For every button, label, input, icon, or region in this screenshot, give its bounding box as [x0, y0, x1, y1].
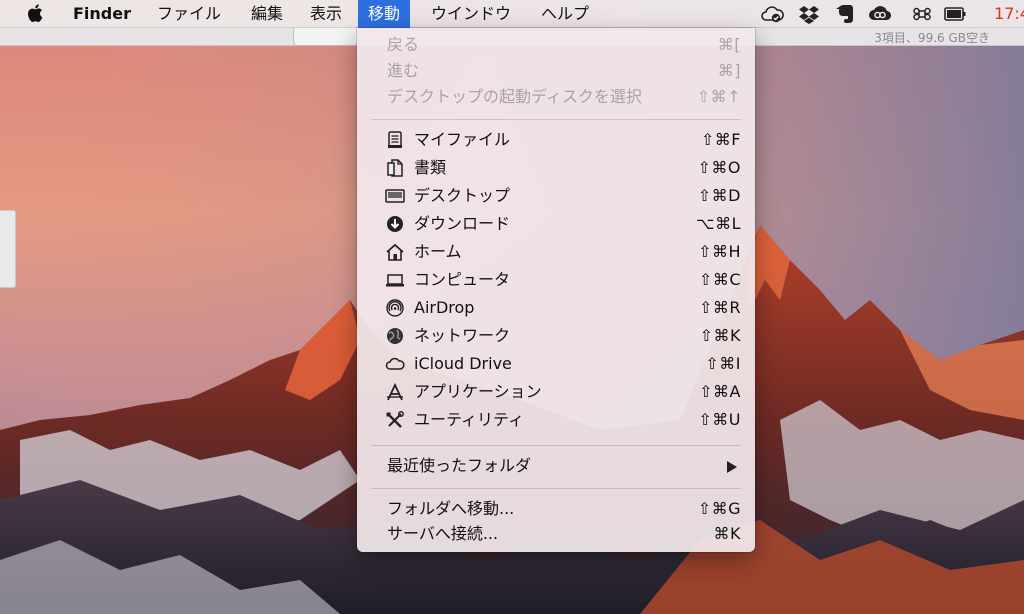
- menu-item-shortcut: ⌘K: [713, 524, 741, 543]
- menu-item-label: 最近使ったフォルダ: [387, 456, 532, 475]
- menu-item-utilities[interactable]: ユーティリティ ⇧⌘U: [357, 406, 755, 434]
- menu-item-shortcut: ⇧⌘D: [697, 186, 741, 205]
- window-status-text: 3項目、99.6 GB空き: [874, 31, 990, 45]
- menubar-go[interactable]: 移動: [358, 0, 411, 28]
- utilities-icon: [386, 411, 404, 428]
- menu-item-shortcut: ⌘]: [717, 61, 741, 80]
- menu-item-shortcut: ⇧⌘G: [697, 499, 741, 518]
- menu-item-label: デスクトップの起動ディスクを選択: [387, 87, 642, 106]
- network-icon: [387, 328, 403, 344]
- menu-item-shortcut: ⇧⌘C: [698, 270, 741, 289]
- menu-item-shortcut: ⇧⌘R: [698, 298, 741, 317]
- menu-item-documents[interactable]: 書類 ⇧⌘O: [357, 154, 755, 182]
- menu-separator: [371, 119, 741, 120]
- menu-item-shortcut: ⇧⌘A: [699, 382, 741, 401]
- downloads-icon: [387, 216, 403, 232]
- applications-icon: [387, 383, 403, 401]
- menubar-app-name[interactable]: Finder: [63, 0, 141, 28]
- menu-item-label: ダウンロード: [414, 214, 511, 233]
- submenu-arrow-icon: [727, 461, 737, 473]
- menu-item-label: マイファイル: [414, 130, 511, 149]
- cloud-check-icon[interactable]: [760, 4, 784, 24]
- menu-item-shortcut: ⇧⌘H: [698, 242, 741, 261]
- all-my-files-icon: [388, 131, 402, 148]
- menu-item-label: 進む: [387, 61, 420, 80]
- menu-item-label: 書類: [414, 158, 447, 177]
- menu-item-label: アプリケーション: [414, 382, 542, 401]
- menu-item-label: デスクトップ: [414, 186, 511, 205]
- menu-item-enclosing-folder: デスクトップの起動ディスクを選択 ⇧⌘↑: [357, 83, 755, 111]
- menu-item-shortcut: ⇧⌘K: [699, 326, 741, 345]
- menu-item-computer[interactable]: コンピュータ ⇧⌘C: [357, 266, 755, 294]
- documents-icon: [387, 159, 403, 177]
- menu-item-connect-to-server[interactable]: サーバへ接続... ⌘K: [357, 520, 755, 548]
- menu-item-label: フォルダへ移動...: [387, 499, 515, 518]
- menu-item-desktop[interactable]: デスクトップ ⇧⌘D: [357, 182, 755, 210]
- menu-item-downloads[interactable]: ダウンロード ⌥⌘L: [357, 210, 755, 238]
- creative-cloud-icon[interactable]: [868, 4, 892, 24]
- menubar-window[interactable]: ウインドウ: [421, 0, 521, 28]
- menubar-edit[interactable]: 編集: [241, 0, 293, 28]
- apple-menu-icon[interactable]: [25, 2, 47, 24]
- menu-item-shortcut: ⌘[: [717, 35, 741, 54]
- airdrop-icon: [386, 299, 404, 317]
- menu-item-label: 戻る: [387, 35, 420, 54]
- menu-separator: [371, 488, 741, 489]
- computer-icon: [386, 274, 404, 287]
- battery-icon[interactable]: [943, 4, 967, 24]
- home-icon: [386, 243, 404, 261]
- menu-item-shortcut: ⇧⌘I: [705, 354, 741, 373]
- menu-item-shortcut: ⇧⌘U: [698, 410, 741, 429]
- menu-item-go-to-folder[interactable]: フォルダへ移動... ⇧⌘G: [357, 495, 755, 523]
- menu-item-shortcut: ⇧⌘O: [697, 158, 741, 177]
- window-sidebar-fragment: [0, 210, 16, 288]
- window-title-fragment: [10, 28, 14, 42]
- go-menu-dropdown: 戻る ⌘[ 進む ⌘] デスクトップの起動ディスクを選択 ⇧⌘↑ マイファイル …: [357, 28, 755, 552]
- menu-item-shortcut: ⇧⌘↑: [696, 87, 741, 106]
- menubar-help[interactable]: ヘルプ: [531, 0, 599, 28]
- menu-item-shortcut: ⌥⌘L: [696, 214, 741, 233]
- menu-item-back: 戻る ⌘[: [357, 31, 755, 59]
- menu-item-label: コンピュータ: [414, 270, 511, 289]
- menu-item-label: ユーティリティ: [414, 410, 525, 429]
- menu-separator: [371, 445, 741, 446]
- menu-item-label: iCloud Drive: [414, 354, 512, 373]
- menu-bar: Finder ファイル 編集 表示 移動 ウインドウ ヘルプ 17:4: [0, 0, 1024, 28]
- command-icon[interactable]: [910, 4, 934, 24]
- toolbar-button-fragment[interactable]: [293, 26, 359, 46]
- dropbox-icon[interactable]: [797, 4, 821, 24]
- menu-item-label: AirDrop: [414, 298, 475, 317]
- menu-item-all-my-files[interactable]: マイファイル ⇧⌘F: [357, 126, 755, 154]
- icloud-icon: [385, 357, 405, 370]
- menu-item-label: ホーム: [414, 242, 462, 261]
- menu-item-label: ネットワーク: [414, 326, 511, 345]
- menu-item-shortcut: ⇧⌘F: [700, 130, 741, 149]
- menu-item-icloud-drive[interactable]: iCloud Drive ⇧⌘I: [357, 350, 755, 378]
- menubar-view[interactable]: 表示: [300, 0, 352, 28]
- menu-item-network[interactable]: ネットワーク ⇧⌘K: [357, 322, 755, 350]
- menu-item-recent-folders[interactable]: 最近使ったフォルダ: [357, 452, 755, 480]
- menu-item-forward: 進む ⌘]: [357, 57, 755, 85]
- desktop-icon: [385, 189, 405, 203]
- menu-item-applications[interactable]: アプリケーション ⇧⌘A: [357, 378, 755, 406]
- menubar-clock[interactable]: 17:4: [994, 0, 1024, 28]
- menu-item-label: サーバへ接続...: [387, 524, 499, 543]
- menu-item-airdrop[interactable]: AirDrop ⇧⌘R: [357, 294, 755, 322]
- menu-item-home[interactable]: ホーム ⇧⌘H: [357, 238, 755, 266]
- menubar-file[interactable]: ファイル: [147, 0, 231, 28]
- evernote-icon[interactable]: [833, 4, 857, 24]
